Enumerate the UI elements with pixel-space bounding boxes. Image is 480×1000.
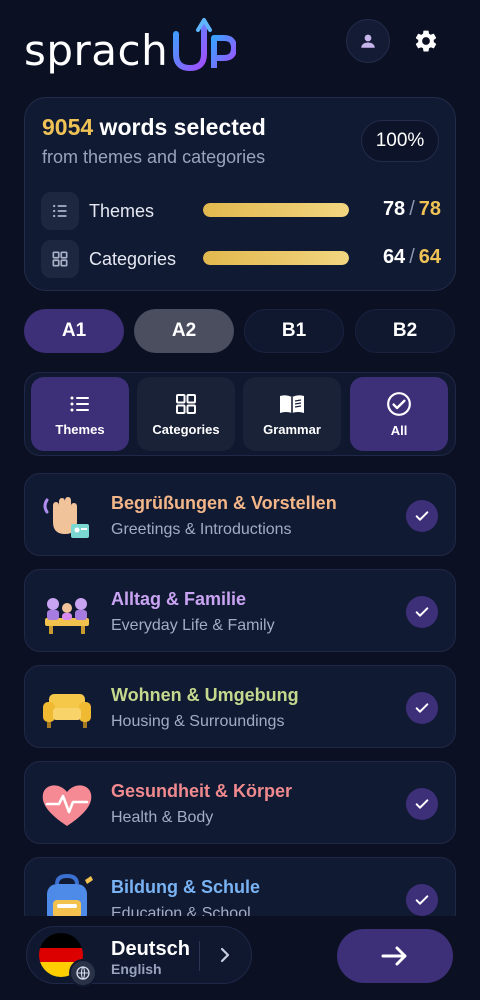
divider: [199, 941, 200, 971]
theme-card-greetings[interactable]: Begrüßungen & Vorstellen Greetings & Int…: [24, 473, 456, 556]
app-header: sprach: [0, 0, 480, 90]
tab-grammar-label: Grammar: [263, 421, 321, 437]
selection-summary-card: 9054 words selected from themes and cate…: [24, 97, 456, 291]
categories-selected: 64: [382, 246, 406, 268]
categories-progress-bar: [203, 251, 349, 265]
theme-card-education[interactable]: Bildung & Schule Education & School: [24, 857, 456, 916]
words-selected-label: words selected: [93, 114, 266, 140]
tab-grammar[interactable]: Grammar: [243, 377, 341, 451]
logo-text: sprach: [24, 26, 169, 75]
checkmark-icon: [415, 895, 429, 905]
sofa-icon: [39, 680, 95, 736]
check-circle-icon: [387, 391, 411, 416]
tab-all-label: All: [390, 422, 408, 438]
theme-checked-toggle[interactable]: [406, 884, 438, 916]
theme-title: Begrüßungen & Vorstellen: [111, 493, 337, 513]
theme-title: Bildung & Schule: [111, 877, 261, 897]
filter-tabs: Themes Categories Grammar All: [24, 372, 456, 456]
app-logo: sprach: [24, 16, 237, 75]
theme-checked-toggle[interactable]: [406, 692, 438, 724]
theme-card-housing[interactable]: Wohnen & Umgebung Housing & Surroundings: [24, 665, 456, 748]
list-icon: [70, 396, 89, 411]
level-selector: A1 A2 B1 B2: [24, 309, 456, 353]
grid-icon: [176, 393, 196, 414]
chevron-right-icon: [220, 947, 230, 963]
settings-button[interactable]: [404, 19, 448, 63]
themes-selected: 78: [382, 198, 406, 220]
theme-subtitle: Greetings & Introductions: [111, 521, 292, 538]
theme-checked-toggle[interactable]: [406, 500, 438, 532]
book-icon: [280, 394, 304, 413]
themes-stat-label: Themes: [89, 201, 155, 221]
theme-list: Begrüßungen & Vorstellen Greetings & Int…: [24, 473, 456, 916]
language-selector[interactable]: Deutsch English: [26, 926, 252, 987]
bottom-bar: Deutsch English: [0, 916, 480, 1000]
tab-themes-label: Themes: [55, 421, 105, 437]
summary-subtitle: from themes and categories: [42, 147, 266, 167]
themes-separator: /: [409, 198, 415, 220]
themes-progress-bar: [203, 203, 349, 217]
backpack-icon: [39, 872, 95, 916]
gear-icon: [415, 30, 437, 52]
word-count: 9054: [42, 114, 94, 140]
percent-badge: 100%: [361, 120, 439, 162]
theme-title: Gesundheit & Körper: [111, 781, 293, 801]
checkmark-icon: [415, 799, 429, 809]
grid-icon: [41, 240, 79, 278]
logo-up-mark: [173, 18, 237, 72]
tab-all[interactable]: All: [350, 377, 448, 451]
target-language: Deutsch: [111, 938, 190, 960]
themes-total: 78: [418, 198, 441, 220]
words-selected-title: 9054 words selected: [42, 114, 266, 141]
profile-button[interactable]: [346, 19, 390, 63]
theme-subtitle: Health & Body: [111, 809, 214, 826]
themes-progress-fill: [203, 203, 349, 217]
flag-stripe-black: [39, 933, 83, 948]
categories-stat-value: 64/64: [383, 246, 441, 269]
tab-themes[interactable]: Themes: [31, 377, 129, 451]
themes-stat-value: 78/78: [383, 198, 441, 221]
family-icon: [39, 584, 95, 640]
themes-stat-row: Themes 78/78: [41, 192, 441, 230]
globe-icon: [69, 959, 97, 987]
level-b1-button[interactable]: B1: [244, 309, 344, 353]
source-language: English: [111, 961, 162, 977]
theme-title: Alltag & Familie: [111, 589, 247, 609]
level-b2-button[interactable]: B2: [355, 309, 455, 353]
categories-progress-fill: [203, 251, 349, 265]
theme-checked-toggle[interactable]: [406, 596, 438, 628]
theme-title: Wohnen & Umgebung: [111, 685, 299, 705]
level-a2-button[interactable]: A2: [134, 309, 234, 353]
theme-card-health[interactable]: Gesundheit & Körper Health & Body: [24, 761, 456, 844]
theme-subtitle: Housing & Surroundings: [111, 713, 285, 730]
arrow-right-icon: [381, 946, 407, 966]
heart-icon: [39, 776, 95, 832]
list-icon: [41, 192, 79, 230]
categories-stat-label: Categories: [89, 249, 177, 269]
categories-stat-row: Categories 64/64: [41, 240, 441, 278]
person-icon: [361, 34, 375, 48]
theme-checked-toggle[interactable]: [406, 788, 438, 820]
checkmark-icon: [415, 511, 429, 521]
tab-categories-label: Categories: [152, 421, 220, 437]
categories-separator: /: [409, 246, 415, 268]
level-a1-button[interactable]: A1: [24, 309, 124, 353]
theme-card-everyday-life[interactable]: Alltag & Familie Everyday Life & Family: [24, 569, 456, 652]
theme-subtitle: Education & School: [111, 905, 251, 916]
theme-subtitle: Everyday Life & Family: [111, 617, 275, 634]
checkmark-icon: [415, 607, 429, 617]
tab-categories[interactable]: Categories: [137, 377, 235, 451]
continue-button[interactable]: [337, 929, 453, 983]
waving-hand-icon: [39, 488, 95, 544]
categories-total: 64: [418, 246, 441, 268]
checkmark-icon: [415, 703, 429, 713]
